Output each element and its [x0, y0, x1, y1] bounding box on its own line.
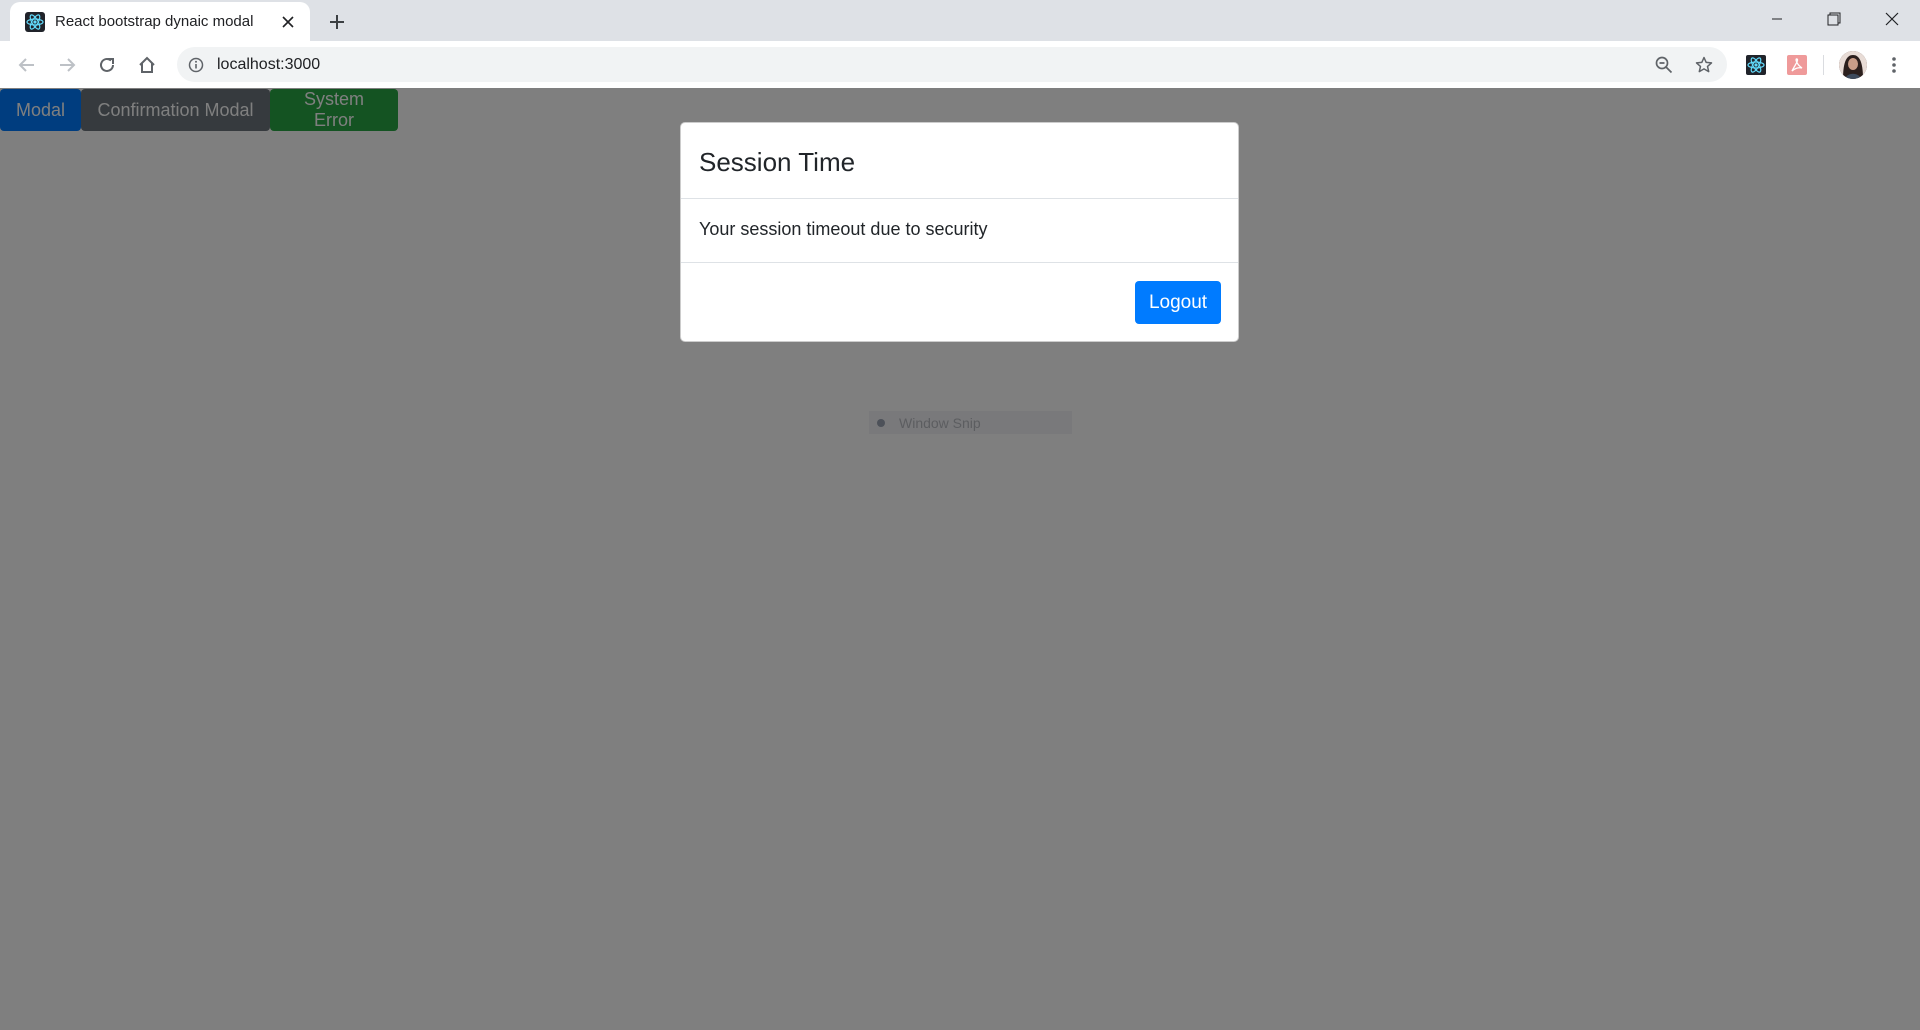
zoom-out-icon[interactable]	[1653, 54, 1675, 76]
reload-icon[interactable]	[93, 51, 121, 79]
modal-title: Session Time	[699, 147, 856, 177]
pdf-icon[interactable]	[1784, 52, 1810, 78]
logout-button[interactable]: Logout	[1135, 281, 1221, 324]
close-icon[interactable]	[278, 12, 298, 32]
plus-icon[interactable]	[324, 9, 350, 35]
more-vert-icon[interactable]	[1882, 52, 1906, 78]
browser-toolbar: localhost:3000	[0, 41, 1920, 89]
window-close-icon[interactable]	[1864, 0, 1920, 38]
forward-arrow-icon[interactable]	[53, 51, 81, 79]
star-icon[interactable]	[1693, 54, 1715, 76]
modal-body: Your session timeout due to security	[681, 199, 1238, 263]
url-text[interactable]: localhost:3000	[217, 56, 320, 74]
minimize-icon[interactable]	[1749, 0, 1805, 38]
modal-header: Session Time	[681, 123, 1238, 199]
react-devtools-icon[interactable]	[1743, 52, 1769, 78]
home-icon[interactable]	[133, 51, 161, 79]
react-favicon-icon	[25, 11, 45, 32]
modal-message: Your session timeout due to security	[699, 219, 988, 239]
back-arrow-icon[interactable]	[13, 51, 41, 79]
page-viewport: Modal Confirmation Modal System Error Wi…	[0, 88, 1920, 1030]
toolbar-divider	[1823, 55, 1824, 75]
modal-footer: Logout	[681, 263, 1238, 341]
info-icon[interactable]	[186, 55, 206, 75]
session-modal: Session Time Your session timeout due to…	[680, 122, 1239, 342]
browser-title-bar: React bootstrap dynaic modal	[0, 0, 1920, 41]
avatar[interactable]	[1839, 51, 1867, 79]
browser-tab[interactable]: React bootstrap dynaic modal	[10, 2, 310, 41]
address-bar[interactable]: localhost:3000	[177, 47, 1727, 82]
tab-title: React bootstrap dynaic modal	[55, 13, 254, 30]
restore-icon[interactable]	[1806, 0, 1862, 38]
